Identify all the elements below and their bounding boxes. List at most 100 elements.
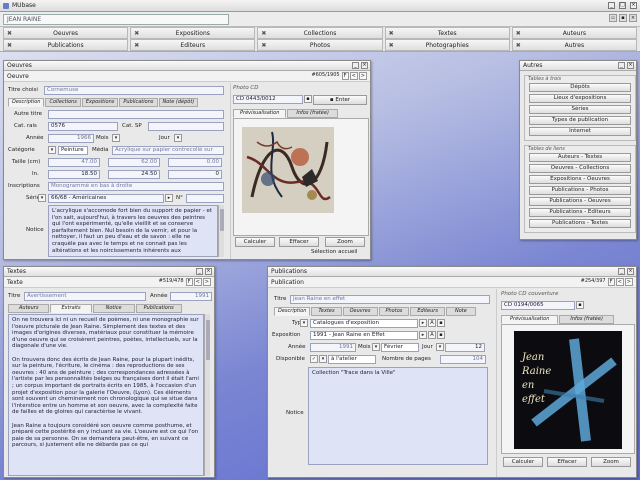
tab-photos[interactable]: Photos xyxy=(378,307,410,316)
close-icon[interactable]: × xyxy=(627,268,634,275)
in-h-input[interactable]: 18.50 xyxy=(48,170,100,179)
serie-picker-icon[interactable]: ▾ xyxy=(38,194,46,202)
tab-previsualisation[interactable]: Prévisualisation xyxy=(501,315,559,324)
type-picker-icon[interactable]: ▾ xyxy=(300,319,308,327)
next-button[interactable]: > xyxy=(624,278,633,286)
pub-titre-input[interactable]: Jean Raine en effet xyxy=(290,295,490,304)
window-close-icon[interactable]: × xyxy=(629,14,637,22)
autres-internet-button[interactable]: Internet xyxy=(529,127,631,136)
tab-collections[interactable]: Collections xyxy=(45,98,81,107)
minimize-icon[interactable]: _ xyxy=(608,2,615,9)
minimize-icon[interactable]: _ xyxy=(352,62,359,69)
nav-textes[interactable]: ✖ Textes xyxy=(384,27,510,39)
categorie-input[interactable]: Peinture xyxy=(58,146,88,155)
nav-photographies[interactable]: ✖ Photographies xyxy=(384,39,510,51)
serie-input[interactable]: 66/68 - Américaines xyxy=(48,194,164,203)
close-icon[interactable]: × xyxy=(627,62,634,69)
minimize-icon[interactable]: _ xyxy=(618,268,625,275)
tab-auteurs[interactable]: Auteurs xyxy=(8,304,50,313)
prev-button[interactable]: < xyxy=(615,278,624,286)
pub-pages-input[interactable]: 104 xyxy=(440,355,486,364)
pub-disponible-input[interactable]: à l'atelier xyxy=(328,355,376,364)
textes-titre-input[interactable]: Avertissement xyxy=(24,292,146,301)
tab-infos[interactable]: Infos (fratée) xyxy=(287,109,338,118)
maximize-icon[interactable]: □ xyxy=(619,2,626,9)
pub-effacer-button[interactable]: Effacer xyxy=(547,457,587,467)
zoom-button[interactable]: Zoom xyxy=(325,237,365,247)
autres-series-button[interactable]: Séries xyxy=(529,105,631,114)
tab-oeuvres[interactable]: Oeuvres xyxy=(342,307,378,316)
tab-infos[interactable]: Infos (fratée) xyxy=(559,315,614,324)
jour-picker-icon[interactable]: ▾ xyxy=(174,134,182,142)
mois-picker-icon[interactable]: ▾ xyxy=(112,134,120,142)
nav-editeurs[interactable]: ✖ Editeurs xyxy=(130,39,256,51)
next-button[interactable]: > xyxy=(202,278,211,286)
minimize-icon[interactable]: _ xyxy=(196,268,203,275)
find-button[interactable]: F xyxy=(185,278,193,286)
titre-input[interactable]: Cornemuse xyxy=(44,86,224,95)
pub-exposition-input[interactable]: 1991 - Jean Raine en Effet xyxy=(310,331,418,340)
link-auteurs-textes-button[interactable]: Auteurs - Textes xyxy=(529,153,631,162)
photo-code-input[interactable]: CD 0443/0012 xyxy=(233,95,303,104)
find-button[interactable]: F xyxy=(341,72,349,80)
nav-oeuvres[interactable]: ✖ Oeuvres xyxy=(3,27,129,39)
tab-note[interactable]: Note (dépôt) xyxy=(158,98,199,107)
find-button[interactable]: F xyxy=(607,278,615,286)
annee-input[interactable]: 1966 xyxy=(48,134,94,143)
inscriptions-input[interactable]: Monogrammé en bas à droite xyxy=(48,182,224,191)
photo-cd-icon[interactable]: ▪ xyxy=(576,301,584,309)
autres-types-button[interactable]: Types de publication xyxy=(529,116,631,125)
cascade-icon[interactable]: ▪ xyxy=(619,14,627,22)
pub-calculer-button[interactable]: Calculer xyxy=(503,457,543,467)
notice-scrollbar[interactable] xyxy=(218,205,224,257)
minimize-icon[interactable]: _ xyxy=(618,62,625,69)
tab-expositions[interactable]: Expositions xyxy=(81,98,119,107)
nav-photos[interactable]: ✖ Photos xyxy=(257,39,383,51)
nav-autres[interactable]: ✖ Autres xyxy=(511,39,637,51)
tab-description[interactable]: Description xyxy=(274,307,311,316)
n-input[interactable] xyxy=(186,194,224,203)
tab-previsualisation[interactable]: Prévisualisation xyxy=(233,109,287,118)
in-d-input[interactable]: 0 xyxy=(168,170,222,179)
pub-jour-input[interactable]: 12 xyxy=(445,343,485,352)
jour-picker-icon[interactable]: ▾ xyxy=(436,343,444,351)
autre-titre-input[interactable] xyxy=(48,110,224,119)
textes-scrollbar[interactable] xyxy=(204,314,210,476)
nav-auteurs[interactable]: ✖ Auteurs xyxy=(511,27,637,39)
type-sort-icon[interactable]: A xyxy=(428,319,436,327)
type-edit-icon[interactable]: ▪ xyxy=(437,319,445,327)
tab-editeurs[interactable]: Editeurs xyxy=(410,307,445,316)
expo-sort-icon[interactable]: A xyxy=(428,331,436,339)
expo-edit-icon[interactable]: ▪ xyxy=(437,331,445,339)
link-publications-oeuvres-button[interactable]: Publications - Oeuvres xyxy=(529,197,631,206)
taille-h-input[interactable]: 47.00 xyxy=(48,158,100,167)
nav-collections[interactable]: ✖ Collections xyxy=(257,27,383,39)
pub-annee-input[interactable]: 1991 xyxy=(310,343,356,352)
link-publications-textes-button[interactable]: Publications - Textes xyxy=(529,219,631,228)
tab-note[interactable]: Note xyxy=(445,307,476,316)
user-field[interactable]: JEAN RAINE xyxy=(3,14,229,25)
tab-textes[interactable]: Textes xyxy=(311,307,342,316)
tab-publications[interactable]: Publications xyxy=(135,304,182,313)
expo-link-icon[interactable]: ▸ xyxy=(419,331,427,339)
link-expositions-oeuvres-button[interactable]: Expositions - Oeuvres xyxy=(529,175,631,184)
link-oeuvres-collections-button[interactable]: Oeuvres - Collections xyxy=(529,164,631,173)
taille-d-input[interactable]: 0.00 xyxy=(168,158,222,167)
type-link-icon[interactable]: ▸ xyxy=(419,319,427,327)
cat-sp-input[interactable] xyxy=(148,122,224,131)
pub-photo-code-input[interactable]: CD 0194/0065 xyxy=(501,301,575,310)
next-button[interactable]: > xyxy=(358,72,367,80)
pub-type-input[interactable]: Catalogues d'exposition xyxy=(310,319,418,328)
media-input[interactable]: Acrylique sur papier contrecollé sur xyxy=(112,146,224,155)
close-icon[interactable]: × xyxy=(361,62,368,69)
textes-annee-input[interactable]: 1991 xyxy=(170,292,212,301)
disponible-picker-icon[interactable]: ▾ xyxy=(319,355,327,363)
notice-textarea[interactable]: L'acrylique s'accomode fort bien du supp… xyxy=(48,205,218,257)
tab-extraits[interactable]: Extraits xyxy=(50,304,92,313)
mois-picker-icon[interactable]: ▾ xyxy=(372,343,380,351)
pub-zoom-button[interactable]: Zoom xyxy=(591,457,631,467)
enter-button[interactable]: ▪ Enter xyxy=(313,95,367,105)
effacer-button[interactable]: Effacer xyxy=(279,237,319,247)
nav-expositions[interactable]: ✖ Expositions xyxy=(130,27,256,39)
prev-button[interactable]: < xyxy=(349,72,358,80)
